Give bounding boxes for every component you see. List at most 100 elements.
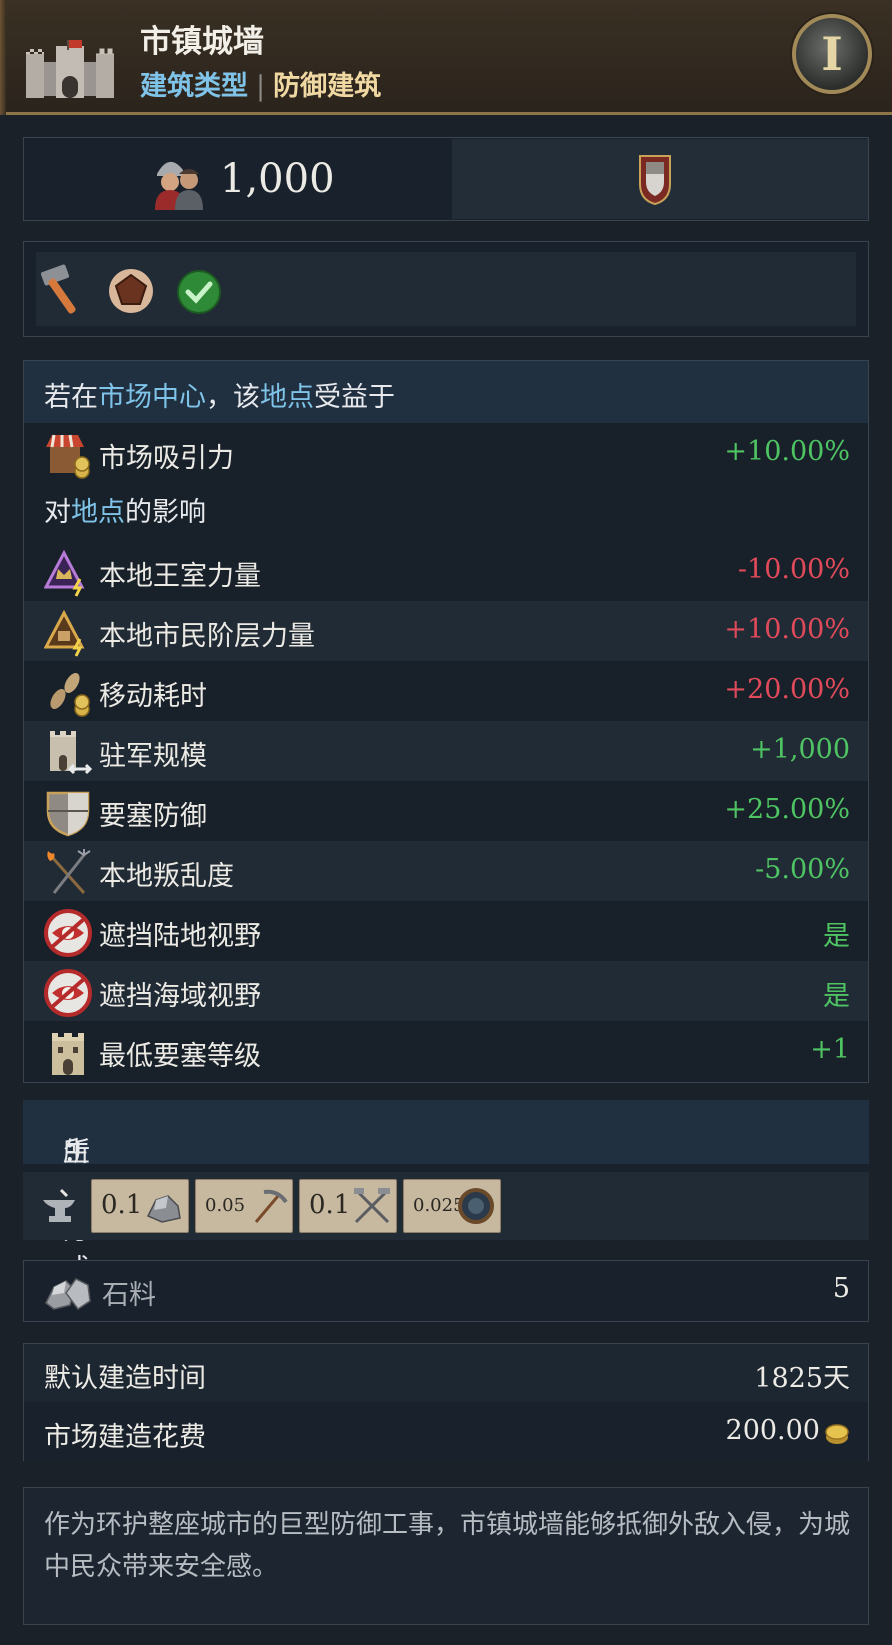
effect-row-crown-power[interactable]: 本地王室力量 -10.00%	[24, 541, 868, 601]
effect-value: -10.00%	[737, 554, 850, 585]
production-panel: 所需生产方式： 0.1 0.05 0.	[23, 1100, 869, 1285]
effect-label: 本地王室力量	[99, 561, 261, 592]
tooltip-header: 市镇城墙 建筑类型 | 防御建筑 I	[0, 0, 892, 115]
description-text: 作为环护整座城市的巨型防御工事，市镇城墙能够抵御外敌入侵，为城中民众带来安全感。	[44, 1510, 851, 1582]
cost-panel: 默认建造时间 1825天 市场建造花费 200.00	[23, 1343, 869, 1461]
effect-row-garrison-size[interactable]: 驻军规模 +1,000	[24, 721, 868, 781]
production-inputs: 0.1 0.05 0.1 0.025	[23, 1172, 869, 1240]
fort-shield-icon	[46, 791, 90, 837]
input-amount: 0.1	[309, 1190, 351, 1220]
effect-value: +10.00%	[724, 614, 850, 645]
location-link-2[interactable]: 地点	[71, 497, 125, 528]
effect-row-local-unrest[interactable]: 本地叛乱度 -5.00%	[24, 841, 868, 901]
castle-icon	[26, 40, 114, 98]
manpower-value: 1,000	[220, 156, 335, 202]
market-attraction-value: +10.00%	[724, 436, 850, 467]
hammer-icon[interactable]	[38, 262, 86, 316]
effect-value: 是	[823, 921, 850, 952]
input-chip-tools[interactable]: 0.05	[195, 1179, 293, 1233]
bowl-icon	[458, 1188, 494, 1224]
blocked-eye-icon	[44, 969, 92, 1017]
stone-value: 5	[832, 1273, 850, 1304]
frame-edge	[0, 0, 6, 115]
blocked-eye-icon	[44, 909, 92, 957]
building-tooltip: 市镇城墙 建筑类型 | 防御建筑 I 1,000 若在市场中心，该地点受益于 市…	[0, 0, 892, 1645]
effect-label: 遮挡海域视野	[99, 981, 261, 1012]
shield-badge-icon[interactable]	[638, 152, 672, 206]
effect-label: 移动耗时	[99, 681, 207, 712]
burgher-power-icon	[44, 609, 85, 657]
effect-row-movement-time[interactable]: 移动耗时 +20.00%	[24, 661, 868, 721]
building-type: 建筑类型 | 防御建筑	[140, 64, 381, 103]
stone-label: 石料	[102, 1280, 156, 1311]
effect-label: 驻军规模	[99, 741, 207, 772]
input-chip-stone[interactable]: 0.1	[91, 1179, 189, 1233]
input-chip-bowl[interactable]: 0.025	[403, 1179, 501, 1233]
effect-row-burgher-power[interactable]: 本地市民阶层力量 +10.00%	[24, 601, 868, 661]
build-time-label: 默认建造时间	[44, 1363, 206, 1394]
market-stall-icon	[46, 434, 90, 479]
effect-value: +25.00%	[724, 794, 850, 825]
build-time-row[interactable]: 默认建造时间 1825天	[24, 1344, 868, 1402]
location-head-prefix: 对	[44, 497, 71, 528]
production-header: 所需生产方式：	[23, 1100, 869, 1285]
pentagon-icon[interactable]	[108, 268, 154, 314]
effect-row-block-sea-vision[interactable]: 遮挡海域视野 是	[24, 961, 868, 1021]
building-type-key[interactable]: 建筑类型	[140, 71, 248, 102]
market-condition-text: 若在市场中心，该地点受益于	[44, 375, 395, 414]
stone-panel[interactable]: 石料 5	[23, 1260, 869, 1322]
effect-label: 要塞防御	[99, 801, 207, 832]
tags-strip	[36, 252, 856, 326]
effect-value: +20.00%	[724, 674, 850, 705]
location-link[interactable]: 地点	[260, 382, 314, 413]
condition-suffix: 受益于	[314, 382, 395, 413]
effect-value: +1,000	[750, 734, 850, 765]
building-tags-panel	[23, 241, 869, 337]
effect-value: 是	[823, 981, 850, 1012]
effect-value: -5.00%	[755, 854, 850, 885]
effect-label: 本地市民阶层力量	[99, 621, 315, 652]
check-icon[interactable]	[177, 270, 221, 314]
condition-prefix: 若在	[44, 382, 98, 413]
separator: |	[256, 71, 266, 102]
market-attraction-row[interactable]: 市场吸引力 +10.00%	[24, 423, 868, 483]
market-attraction-label: 市场吸引力	[99, 443, 234, 474]
stone-icon	[45, 1278, 91, 1311]
market-cost-row[interactable]: 市场建造花费 200.00	[24, 1403, 868, 1461]
soldiers-icon[interactable]	[149, 150, 209, 210]
garrison-tower-icon	[50, 731, 92, 775]
effect-row-min-fort-level[interactable]: 最低要塞等级 +1	[24, 1021, 868, 1081]
effect-value: +1	[810, 1034, 850, 1065]
location-effects-header: 对地点的影响	[44, 490, 206, 529]
pickaxe-hammer-icon	[254, 1189, 288, 1223]
info-button[interactable]: I	[792, 14, 872, 94]
description-panel: 作为环护整座城市的巨型防御工事，市镇城墙能够抵御外敌入侵，为城中民众带来安全感。	[23, 1487, 869, 1625]
crown-power-icon	[44, 549, 85, 597]
build-time-value: 1825天	[754, 1363, 850, 1394]
building-title: 市镇城墙	[140, 24, 264, 60]
info-button-label: I	[821, 27, 843, 81]
location-head-suffix: 的影响	[125, 497, 206, 528]
anvil-icon[interactable]	[41, 1186, 81, 1226]
effect-row-fort-defense[interactable]: 要塞防御 +25.00%	[24, 781, 868, 841]
production-suffix: ：	[63, 1137, 90, 1168]
input-amount: 0.05	[205, 1195, 246, 1216]
crossed-tools-icon	[354, 1188, 390, 1224]
torch-pitchfork-icon	[47, 849, 91, 894]
building-type-value[interactable]: 防御建筑	[273, 71, 381, 102]
input-amount: 0.1	[101, 1190, 143, 1220]
effect-label: 本地叛乱度	[99, 861, 234, 892]
effect-row-block-land-vision[interactable]: 遮挡陆地视野 是	[24, 901, 868, 961]
condition-mid: ，该	[206, 382, 260, 413]
market-condition-header: 若在市场中心，该地点受益于	[24, 361, 868, 423]
manpower-panel: 1,000	[23, 137, 869, 221]
effect-label: 最低要塞等级	[99, 1041, 261, 1072]
effects-panel: 若在市场中心，该地点受益于 市场吸引力 +10.00% 对地点的影响 本地王室力…	[23, 360, 869, 1083]
footsteps-icon	[50, 673, 90, 717]
market-cost-value: 200.00	[725, 1415, 820, 1446]
input-chip-crossed-tools[interactable]: 0.1	[299, 1179, 397, 1233]
stone-icon	[146, 1195, 181, 1223]
market-center-link[interactable]: 市场中心	[98, 382, 206, 413]
fort-tower-icon	[52, 1033, 84, 1075]
gold-coin-icon	[825, 1424, 849, 1444]
